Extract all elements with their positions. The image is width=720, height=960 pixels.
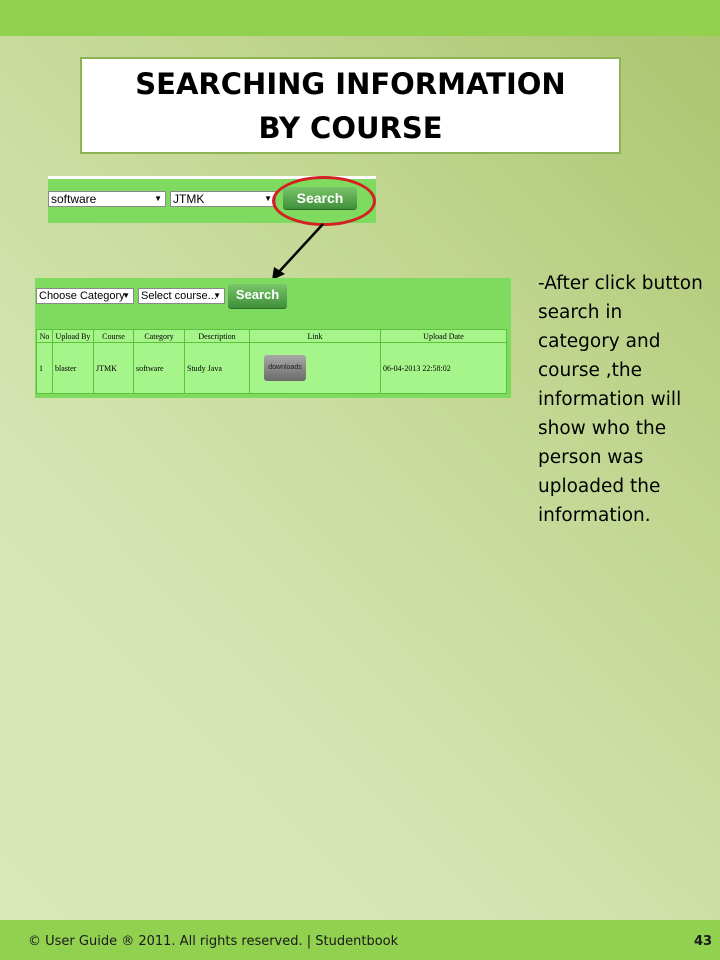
highlight-circle — [272, 176, 376, 226]
col-header: Upload By — [52, 329, 94, 343]
chevron-down-icon: ▼ — [154, 194, 162, 203]
chevron-down-icon: ▼ — [122, 291, 130, 300]
slide-title: SEARCHING INFORMATION BY COURSE — [135, 66, 566, 145]
table-row: 1 blaster JTMK software Study Java downl… — [36, 342, 507, 394]
chevron-down-icon: ▼ — [213, 291, 221, 300]
category-select[interactable]: Choose Category ▼ — [36, 288, 134, 304]
category-select-value: Choose Category — [39, 290, 125, 302]
table-header-row: No Upload By Course Category Description… — [36, 329, 507, 343]
top-bar — [0, 0, 720, 36]
cell-course: JTMK — [93, 342, 134, 394]
search-button[interactable]: Search — [228, 284, 287, 308]
cell-upload-by: blaster — [52, 342, 94, 394]
category-select[interactable]: software ▼ — [48, 191, 166, 207]
pointer-arrow — [272, 223, 324, 280]
course-select[interactable]: JTMK ▼ — [170, 191, 276, 207]
course-select-value: JTMK — [173, 192, 205, 206]
col-header: Upload Date — [380, 329, 507, 343]
cell-upload-date: 06-04-2013 22:58:02 — [380, 342, 507, 394]
course-select-value: Select course... — [141, 290, 217, 302]
results-screenshot: Choose Category ▼ Select course... ▼ Sea… — [35, 278, 511, 398]
page-number: 43 — [694, 934, 713, 949]
description-text: -After click button search in category a… — [538, 273, 703, 526]
cell-link: downloads — [249, 342, 381, 394]
col-header: Course — [93, 329, 134, 343]
download-button[interactable]: downloads — [264, 355, 306, 381]
course-select[interactable]: Select course... ▼ — [138, 288, 225, 304]
col-header: No — [36, 329, 53, 343]
cell-description: Study Java — [184, 342, 250, 394]
col-header: Link — [249, 329, 381, 343]
cell-category: software — [133, 342, 185, 394]
results-table: No Upload By Course Category Description… — [36, 329, 507, 394]
cell-no: 1 — [36, 342, 53, 394]
col-header: Description — [184, 329, 250, 343]
title-box: SEARCHING INFORMATION BY COURSE — [80, 57, 621, 154]
category-select-value: software — [51, 192, 97, 206]
footer-text: © User Guide ® 2011. All rights reserved… — [28, 934, 399, 949]
chevron-down-icon: ▼ — [264, 194, 272, 203]
col-header: Category — [133, 329, 185, 343]
